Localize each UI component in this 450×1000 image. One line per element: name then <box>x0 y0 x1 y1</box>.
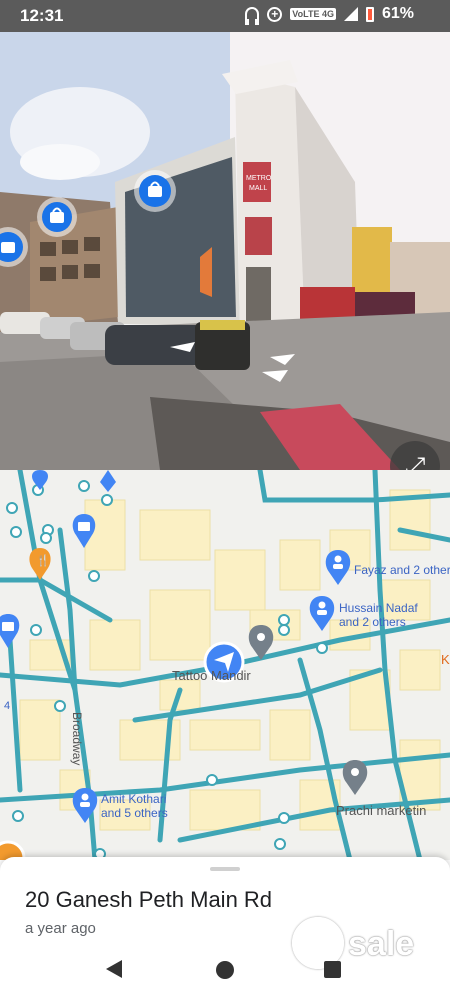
grey-place-pin[interactable] <box>342 760 368 795</box>
battery-icon <box>365 6 374 22</box>
status-icons: + VoLTE 4G 61% <box>245 5 414 25</box>
edge-label-k: K <box>441 652 450 667</box>
svg-text:MALL: MALL <box>249 185 267 192</box>
signal-icon <box>343 7 358 21</box>
system-nav-bar <box>0 945 450 1000</box>
expand-icon: ⤢ <box>404 451 426 470</box>
map-label-hussain[interactable]: Hussain Nadaf and 2 others <box>339 601 418 629</box>
map-shopping-pin[interactable] <box>100 470 116 492</box>
back-button[interactable] <box>106 960 122 978</box>
headphones-icon <box>245 7 260 25</box>
user-pin[interactable] <box>325 550 351 585</box>
map-label-amit[interactable]: Amit Kothari and 5 others <box>101 792 168 820</box>
map-shopping-pin[interactable] <box>0 614 20 648</box>
map-label-prachi[interactable]: Prachi marketin <box>336 804 426 818</box>
map-canvas: 🍴 <box>0 470 450 860</box>
road-label-broadway: Broadway <box>70 712 84 766</box>
address-title: 20 Ganesh Peth Main Rd <box>25 887 273 912</box>
volte-icon: VoLTE 4G <box>290 8 336 20</box>
shopping-pin[interactable] <box>37 197 77 237</box>
map-label-tattoo-mandir[interactable]: Tattoo Mandir <box>172 669 251 683</box>
street-view-image: METRO MALL <box>0 32 450 470</box>
map-label-fayaz[interactable]: Fayaz and 2 others <box>354 563 450 577</box>
status-time: 12:31 <box>20 6 64 25</box>
edge-label-4: 4 <box>4 700 11 712</box>
mall-sign: METRO <box>246 175 272 182</box>
add-circle-icon: + <box>267 6 283 22</box>
home-button[interactable] <box>216 961 234 979</box>
recents-button[interactable] <box>324 961 341 978</box>
map-view[interactable]: 🍴 Fayaz and 2 others Hussain Nadaf and 2… <box>0 470 450 860</box>
street-view-panorama[interactable]: METRO MALL ⤢ <box>0 32 450 470</box>
shopping-pin[interactable] <box>134 170 176 212</box>
restaurant-pin[interactable]: 🍴 <box>29 548 51 580</box>
svg-text:🍴: 🍴 <box>36 554 50 567</box>
status-bar: 12:31 + VoLTE 4G 61% <box>0 0 450 32</box>
sheet-handle[interactable] <box>210 867 240 871</box>
battery-percent: 61% <box>381 5 414 22</box>
capture-date: a year ago <box>25 920 96 937</box>
